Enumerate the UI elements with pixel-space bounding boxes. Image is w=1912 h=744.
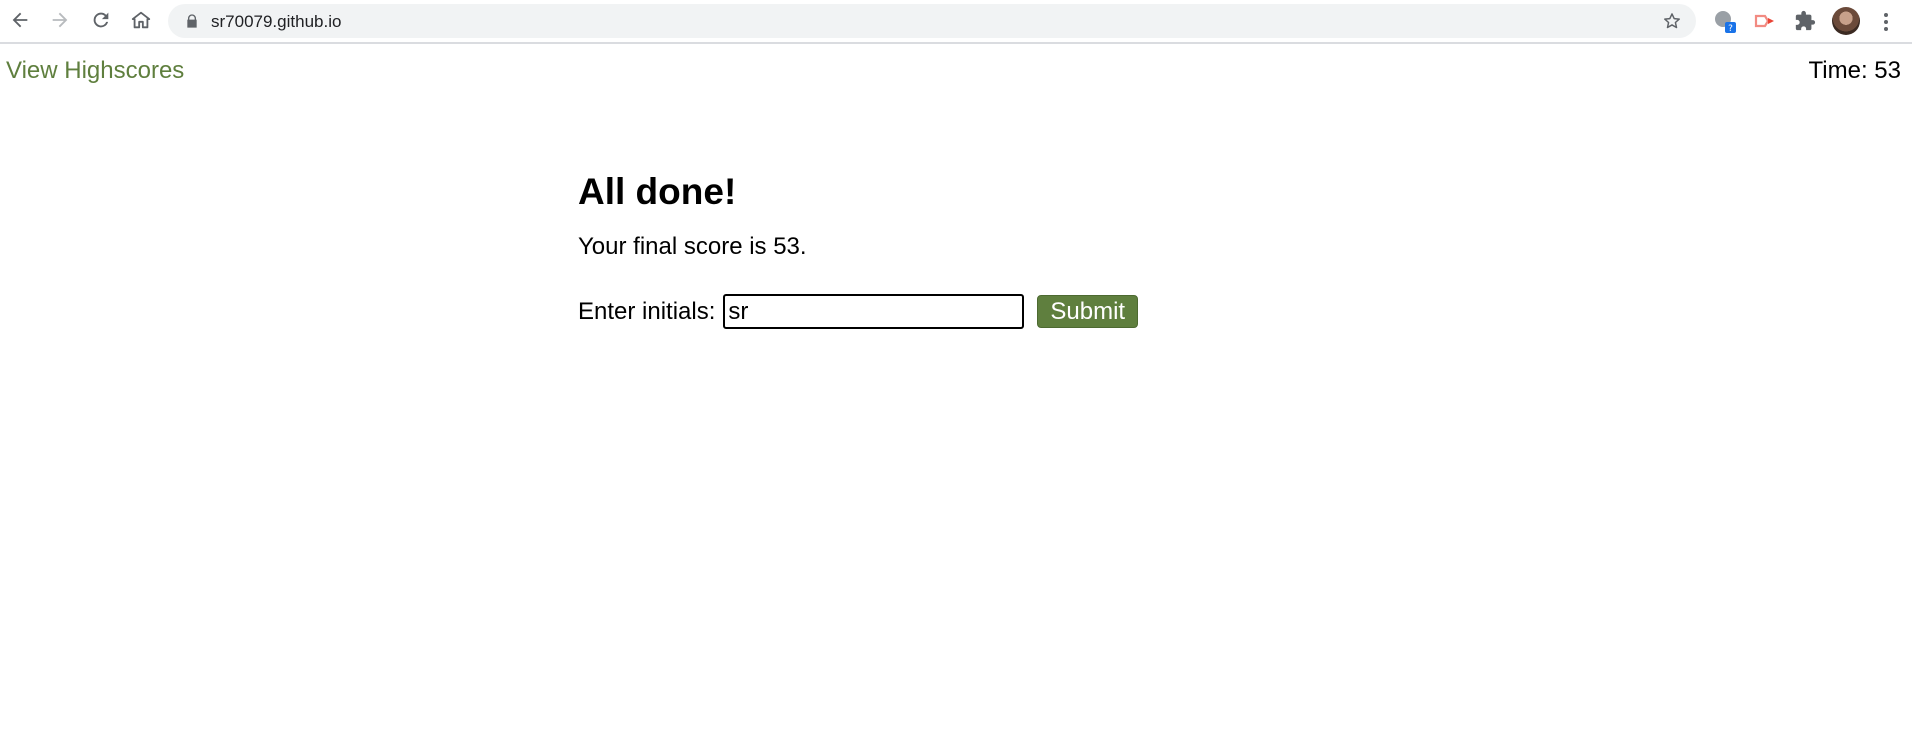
home-icon: [131, 11, 151, 29]
extension-badge: ?: [1728, 24, 1733, 34]
results-card: All done! Your final score is 53. Enter …: [578, 170, 1278, 329]
extension-icon[interactable]: ?: [1712, 8, 1738, 34]
address-bar[interactable]: sr70079.github.io: [168, 4, 1696, 38]
reload-icon: [93, 12, 109, 28]
extensions-button[interactable]: [1792, 8, 1818, 34]
browser-toolbar: sr70079.github.io ?: [0, 0, 1912, 44]
extension-gray-icon: ?: [1715, 11, 1736, 34]
arrow-right-icon: [52, 12, 68, 28]
initials-form: Enter initials: Submit: [578, 294, 1278, 329]
submit-button[interactable]: Submit: [1037, 295, 1139, 328]
timer-value: 53: [1874, 57, 1901, 84]
timer: Time: 53: [1809, 57, 1901, 85]
lock-icon[interactable]: [184, 13, 200, 29]
back-button[interactable]: [5, 5, 35, 35]
avatar[interactable]: [1832, 7, 1860, 35]
arrow-left-icon: [12, 12, 28, 28]
view-highscores-link[interactable]: View Highscores: [6, 57, 184, 85]
final-score-text: Your final score is 53.: [578, 233, 807, 260]
extension-red-icon: [1754, 14, 1774, 28]
quiz-page: View Highscores Time: 53 All done! Your …: [0, 46, 1912, 744]
home-button[interactable]: [126, 5, 156, 35]
url-text[interactable]: sr70079.github.io: [211, 12, 341, 32]
page-title: All done!: [578, 171, 737, 212]
initials-input[interactable]: [723, 294, 1025, 329]
puzzle-icon: [1795, 10, 1816, 31]
timer-label: Time:: [1808, 57, 1868, 84]
forward-button[interactable]: [45, 5, 75, 35]
more-vert-icon[interactable]: [1872, 8, 1900, 36]
star-icon[interactable]: [1662, 11, 1682, 31]
initials-label: Enter initials:: [578, 297, 716, 325]
reload-button[interactable]: [86, 5, 116, 35]
extension-icon[interactable]: [1752, 8, 1778, 34]
